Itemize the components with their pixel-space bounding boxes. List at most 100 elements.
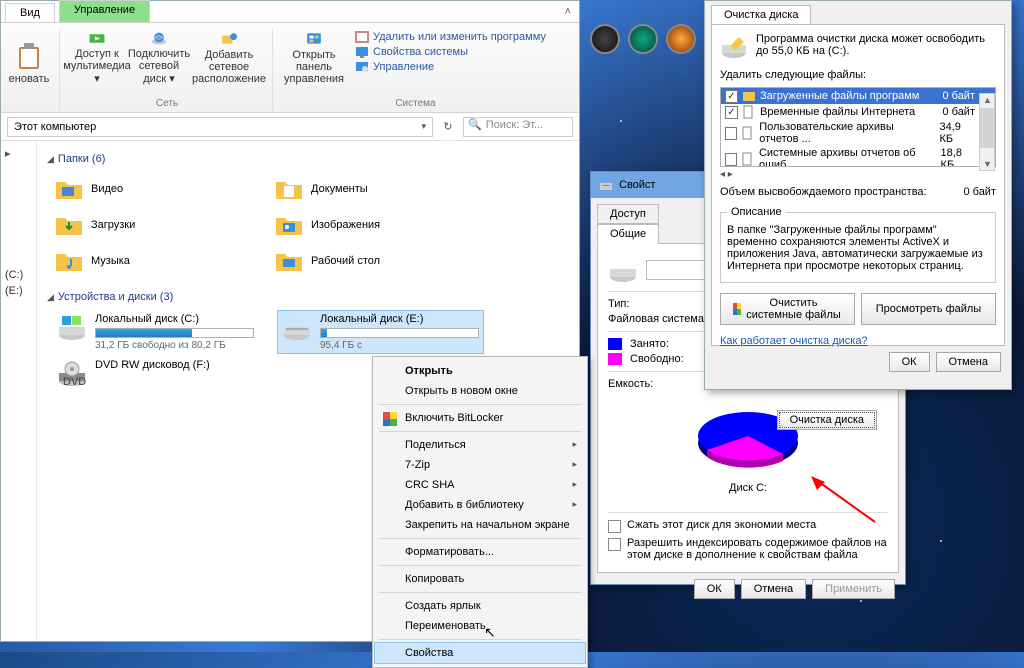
media-access-button[interactable]: Доступ к мультимедиа ▾ <box>68 29 126 87</box>
chevron-right-icon: ▸ <box>572 459 577 470</box>
ctx-pin-start[interactable]: Закрепить на начальном экране <box>375 515 585 535</box>
open-control-panel-button[interactable]: Открыть панель управления <box>281 29 347 87</box>
folder-icon <box>275 249 303 273</box>
cursor-icon: ↖ <box>484 624 496 641</box>
checkbox-icon[interactable] <box>725 153 737 166</box>
clipboard-icon <box>13 43 45 71</box>
nav-pane[interactable]: ▸ <box>1 141 37 641</box>
folder-music[interactable]: Музыка <box>53 245 253 277</box>
system-drive-icon <box>57 313 87 343</box>
list-scrollbar[interactable]: ▲▼ <box>979 93 995 171</box>
folder-icon <box>275 213 303 237</box>
rename-button[interactable]: еновать <box>5 29 53 87</box>
cleanup-row[interactable]: ✓ Загруженные файлы программ0 байт <box>721 88 995 104</box>
ctx-properties[interactable]: Свойства <box>375 643 585 663</box>
how-cleanup-works-link[interactable]: Как работает очистка диска? <box>720 335 868 347</box>
ribbon-tabs: Вид Управление ˄ <box>1 1 579 23</box>
checkbox-icon[interactable] <box>725 127 737 140</box>
folder-pictures[interactable]: Изображения <box>273 209 473 241</box>
clean-system-files-button[interactable]: Очистить системные файлы <box>720 293 855 325</box>
ribbon-group-network-label: Сеть <box>156 98 178 111</box>
hdd-icon <box>608 255 638 285</box>
section-drives[interactable]: ◢Устройства и диски (3) <box>47 291 569 303</box>
ok-button[interactable]: ОК <box>694 579 735 599</box>
refresh-icon[interactable]: ↻ <box>439 120 457 133</box>
folder-desktop[interactable]: Рабочий стол <box>273 245 473 277</box>
collapse-ribbon-icon[interactable]: ˄ <box>557 2 579 22</box>
index-checkbox[interactable]: Разрешить индексировать содержимое файло… <box>608 537 888 561</box>
cleanup-row[interactable]: Пользовательские архивы отчетов ...34,9 … <box>721 120 995 146</box>
checkbox-icon[interactable]: ✓ <box>725 106 738 119</box>
delete-label: Удалить следующие файлы: <box>720 69 996 81</box>
folder-icon <box>55 249 83 273</box>
desktop-taskbar-icons <box>590 24 696 54</box>
disk-cleanup-button[interactable]: Очистка диска <box>777 410 877 430</box>
ctx-create-shortcut[interactable]: Создать ярлык <box>375 596 585 616</box>
dvd-drive-icon: DVD <box>57 359 87 389</box>
manage-link[interactable]: Управление <box>355 61 546 73</box>
ctx-bitlocker[interactable]: Включить BitLocker <box>375 408 585 428</box>
section-folders[interactable]: ◢Папки (6) <box>47 153 569 165</box>
ribbon: еновать Доступ к мультимедиа ▾ Подключит… <box>1 23 579 113</box>
tab-view[interactable]: Вид <box>5 3 55 22</box>
drive-globe-icon <box>143 31 175 46</box>
tab-manage[interactable]: Управление <box>59 0 150 22</box>
folder-icon <box>55 213 83 237</box>
used-legend-swatch <box>608 338 622 350</box>
control-panel-icon <box>298 31 330 47</box>
nav-drives-fragment: (C:)(E:) <box>1 267 23 299</box>
shield-icon <box>383 412 397 426</box>
chevron-right-icon: ▸ <box>572 499 577 510</box>
ctx-open-new-window[interactable]: Открыть в новом окне <box>375 381 585 401</box>
hdd-icon <box>599 178 613 192</box>
compress-checkbox[interactable]: Сжать этот диск для экономии места <box>608 519 888 533</box>
disk-cleanup-icon <box>720 33 748 61</box>
ctx-share[interactable]: Поделиться▸ <box>375 435 585 455</box>
system-properties-link[interactable]: Свойства системы <box>355 46 546 58</box>
checkbox-icon[interactable]: ✓ <box>725 90 738 103</box>
tab-access[interactable]: Доступ <box>597 204 659 224</box>
ctx-crc-sha[interactable]: CRC SHA▸ <box>375 475 585 495</box>
cleanup-tab[interactable]: Очистка диска <box>711 5 811 25</box>
network-folder-icon <box>213 31 245 47</box>
drive-e[interactable]: Локальный диск (E:) 95,4 ГБ с <box>278 311 483 353</box>
address-bar: Этот компьютер ▾ ↻ 🔍Поиск: Эт... <box>1 113 579 141</box>
tree-expand-icon[interactable]: ▸ <box>1 147 36 160</box>
shield-icon <box>733 303 741 315</box>
cleanup-row[interactable]: ✓ Временные файлы Интернета0 байт <box>721 104 995 120</box>
map-drive-button[interactable]: Подключить сетевой диск ▾ <box>130 29 188 87</box>
description-box: Описание В папке "Загруженные файлы прог… <box>720 206 996 283</box>
ok-button[interactable]: ОК <box>889 352 930 372</box>
disk-cleanup-dialog: Очистка диска Программа очистки диска мо… <box>704 0 1012 390</box>
ribbon-group-system-label: Система <box>395 98 435 111</box>
view-files-button[interactable]: Просмотреть файлы <box>861 293 996 325</box>
media-icon <box>81 31 113 46</box>
ctx-add-to-library[interactable]: Добавить в библиотеку▸ <box>375 495 585 515</box>
folder-videos[interactable]: Видео <box>53 173 253 205</box>
search-input[interactable]: 🔍Поиск: Эт... <box>463 117 573 137</box>
ctx-format[interactable]: Форматировать... <box>375 542 585 562</box>
chevron-right-icon: ▸ <box>572 439 577 450</box>
cancel-button[interactable]: Отмена <box>741 579 806 599</box>
ctx-open[interactable]: Открыть <box>375 361 585 381</box>
folder-documents[interactable]: Документы <box>273 173 473 205</box>
tab-general[interactable]: Общие <box>597 224 659 244</box>
drive-context-menu: Открыть Открыть в новом окне Включить Bi… <box>372 356 588 668</box>
cancel-button[interactable]: Отмена <box>936 352 1001 372</box>
drive-dvd[interactable]: DVD DVD RW дисковод (F:) <box>53 357 258 391</box>
add-network-location-button[interactable]: Добавить сетевое расположение <box>192 29 266 87</box>
folder-downloads[interactable]: Загрузки <box>53 209 253 241</box>
ctx-rename[interactable]: Переименовать <box>375 616 585 636</box>
system-links: Удалить или изменить программу Свойства … <box>351 29 550 87</box>
ctx-copy[interactable]: Копировать <box>375 569 585 589</box>
free-legend-swatch <box>608 353 622 365</box>
ctx-7zip[interactable]: 7-Zip▸ <box>375 455 585 475</box>
drive-caption: Диск C: <box>608 482 888 494</box>
apply-button[interactable]: Применить <box>812 579 895 599</box>
drive-c[interactable]: Локальный диск (C:) 31,2 ГБ свободно из … <box>53 311 258 353</box>
cleanup-file-list[interactable]: ✓ Загруженные файлы программ0 байт ✓ Вре… <box>720 87 996 167</box>
breadcrumb[interactable]: Этот компьютер ▾ <box>7 117 433 137</box>
cleanup-row[interactable]: Системные архивы отчетов об ошиб...18,8 … <box>721 146 995 167</box>
uninstall-program-link[interactable]: Удалить или изменить программу <box>355 31 546 43</box>
folder-icon <box>55 177 83 201</box>
